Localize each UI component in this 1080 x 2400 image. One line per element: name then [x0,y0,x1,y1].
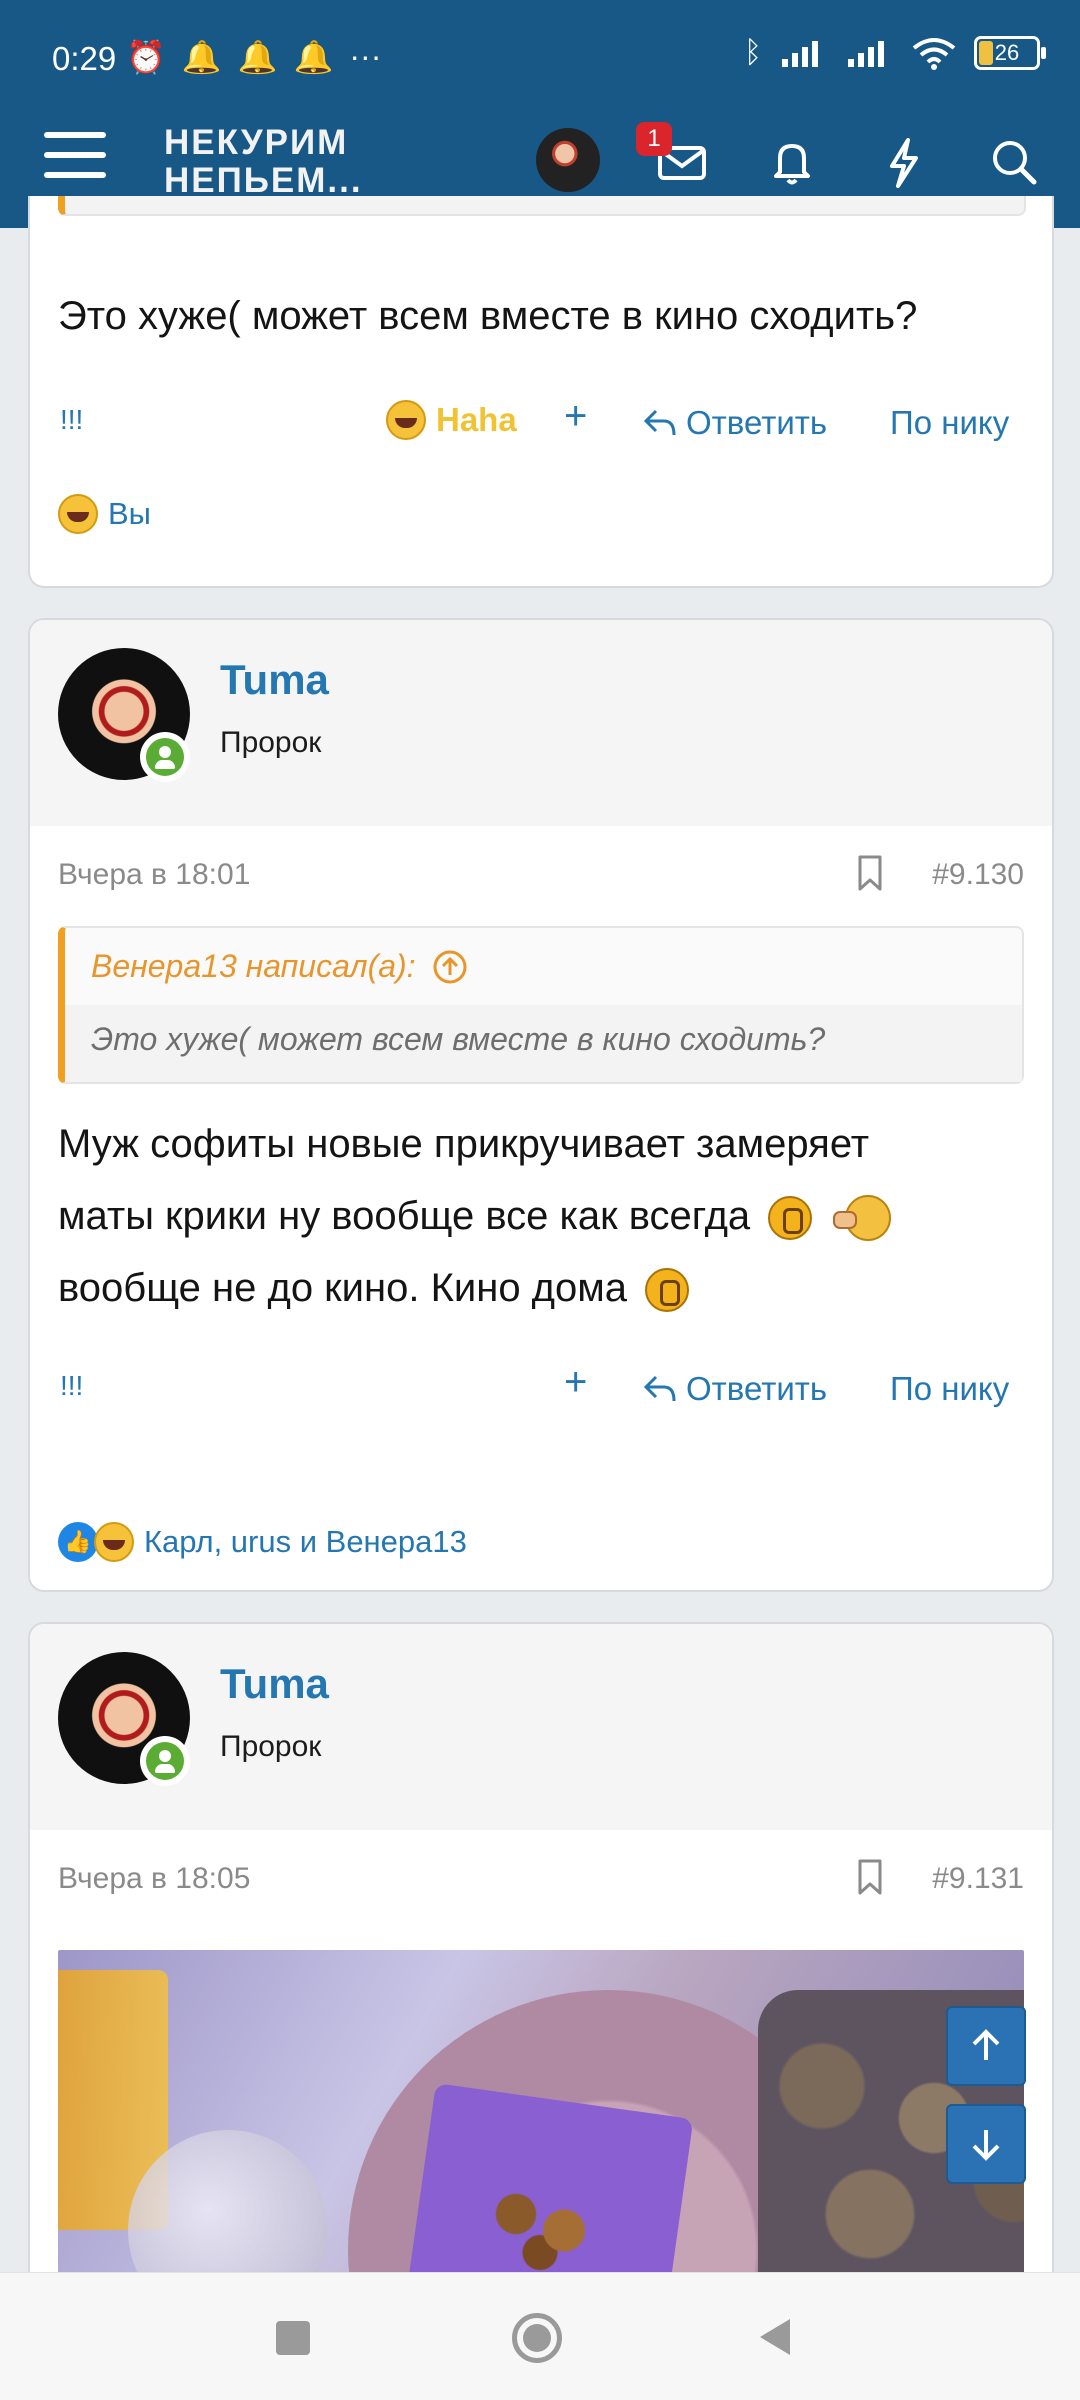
online-status-icon [140,1736,190,1786]
post-text-line-wrap: маты крики ну вообще все как всегда [58,1180,1024,1252]
plus-button[interactable]: + [564,394,587,439]
more-dots-icon: ··· [349,38,382,74]
signal-icon [848,41,884,67]
battery-icon: 26 [974,36,1046,70]
post-date[interactable]: Вчера в 18:05 [58,1862,250,1896]
reply-label: Ответить [686,404,828,441]
plus-button[interactable]: + [564,1360,587,1405]
post-text: Это хуже( может всем вместе в кино сходи… [58,294,918,338]
post-card: Tuma Пророк Вчера в 18:01 #9.130 Венера1… [28,618,1054,1592]
quote-block: Венера13 написал(а): Это хуже( может все… [58,926,1024,1084]
post-text: Муж софиты новые прикручивает замеряет м… [30,1084,1052,1324]
mark-link[interactable]: !!! [60,404,83,436]
reply-label: Ответить [686,1370,828,1407]
post-card: Tuma Пророк Вчера в 18:05 #9.131 [28,1622,1054,2342]
post-actions: !!! + Ответить По нику [30,1342,1052,1438]
quote-text: Это хуже( может всем вместе в кино сходи… [65,1005,1022,1082]
top-bar: 0:29 ⏰ 🔔 🔔 🔔 ··· ᛒ 26 НЕКУРИМ НЕПЬЕМ... … [0,0,1080,228]
reaction-button[interactable]: Haha [386,400,517,440]
bluetooth-icon: ᛒ [744,36,762,69]
post-card: Это хуже( может всем вместе в кино сходи… [28,196,1054,588]
quote-remnant [58,196,1026,216]
reactions-by: Карл, urus и Венера13 [144,1524,467,1559]
photo-nuts [468,2170,628,2280]
quote-author: Венера13 написал(а): [91,948,416,984]
thumbs-up-smiley-icon [833,1195,892,1242]
post-text-line-wrap: вообще не до кино. Кино дома [58,1252,1024,1324]
scroll-top-button[interactable] [946,2006,1026,2086]
post-number[interactable]: #9.131 [932,1862,1024,1896]
post-photo[interactable] [58,1950,1024,2290]
post-actions: !!! Haha + Ответить По нику [30,376,1052,456]
inbox-badge: 1 [636,122,672,156]
reactions-by: Вы [108,496,151,531]
smiley-icon [645,1268,690,1313]
status-notification-icons: ⏰ 🔔 🔔 🔔 ··· [126,38,381,76]
post-text-line: Муж софиты новые прикручивает замеряет [58,1122,870,1166]
menu-icon[interactable] [44,132,106,184]
reactions-summary[interactable]: 👍 Карл, urus и Венера13 [58,1522,467,1562]
logo-line: НЕКУРИМ [164,123,349,162]
mark-link[interactable]: !!! [60,1370,83,1402]
arrow-up-circle-icon[interactable] [432,949,468,985]
quote-header[interactable]: Венера13 написал(а): [65,928,1022,1005]
by-nick-button[interactable]: По нику [890,1370,1009,1408]
like-icon: 👍 [58,1522,98,1562]
post-date[interactable]: Вчера в 18:01 [58,858,250,892]
arrow-down-icon [972,2130,1000,2161]
laughing-emoji-icon [58,494,98,534]
author-username[interactable]: Tuma [220,656,329,704]
post-author-header: Tuma Пророк [30,1624,1052,1830]
reaction-label: Haha [436,401,517,438]
post-meta: Вчера в 18:01 #9.130 [30,826,1052,926]
laughing-emoji-icon [94,1522,134,1562]
wifi-icon [912,38,956,70]
online-status-icon [140,732,190,782]
alarm-icon: ⏰ [126,39,166,75]
battery-level: 26 [994,40,1020,65]
post-number[interactable]: #9.130 [932,858,1024,892]
reply-button[interactable]: Ответить [642,404,827,442]
smiley-icon [768,1196,813,1241]
status-time: 0:29 [52,40,117,77]
alerts-bell-icon[interactable] [762,132,822,192]
user-avatar[interactable] [536,128,600,192]
laughing-emoji-icon [386,400,426,440]
back-button[interactable] [760,2319,790,2355]
author-username[interactable]: Tuma [220,1660,329,1708]
site-logo[interactable]: НЕКУРИМ НЕПЬЕМ... [164,124,363,200]
author-title: Пророк [220,1730,322,1763]
bookmark-icon[interactable] [856,854,884,892]
whats-new-lightning-icon[interactable] [874,132,934,192]
bell-icon: 🔔 [181,39,222,75]
search-icon[interactable] [984,132,1044,192]
status-bar: 0:29 ⏰ 🔔 🔔 🔔 ··· ᛒ 26 [0,0,1080,118]
status-right-icons: ᛒ 26 [744,36,1046,70]
bookmark-icon[interactable] [856,1858,884,1896]
reply-arrow-icon [643,409,676,436]
reply-button[interactable]: Ответить [642,1370,827,1408]
post-meta: Вчера в 18:05 #9.131 [30,1830,1052,1930]
post-author-header: Tuma Пророк [30,620,1052,826]
author-title: Пророк [220,726,322,759]
recent-apps-button[interactable] [276,2321,310,2355]
post-text-line: маты крики ну вообще все как всегда [58,1194,751,1238]
home-button[interactable] [512,2313,562,2363]
scroll-bottom-button[interactable] [946,2104,1026,2184]
signal-icon [782,41,818,67]
post-text-line: вообще не до кино. Кино дома [58,1266,628,1310]
logo-line: НЕПЬЕМ... [164,161,363,200]
reactions-summary[interactable]: Вы [58,494,151,534]
bell-icon: 🔔 [237,39,278,75]
system-nav-bar [0,2272,1080,2400]
by-nick-button[interactable]: По нику [890,404,1009,442]
bell-icon: 🔔 [293,39,334,75]
reply-arrow-icon [643,1375,676,1402]
arrow-up-icon [972,2029,1000,2060]
